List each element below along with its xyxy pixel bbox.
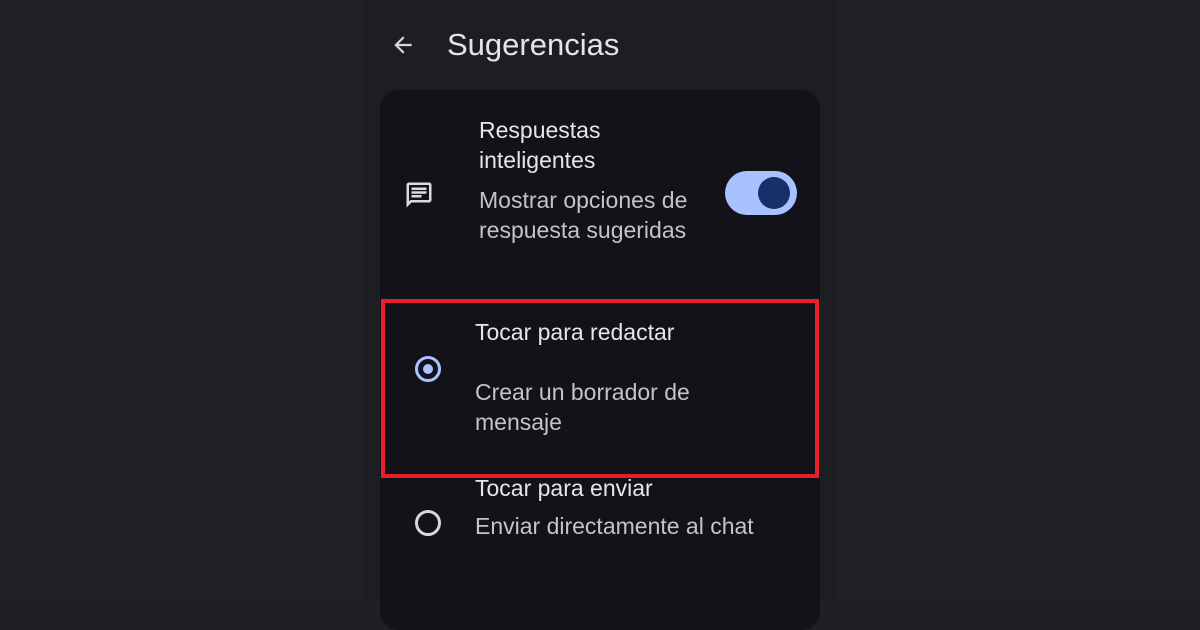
radio-selected-dot [423,364,433,374]
page-title: Sugerencias [447,27,620,62]
suggestions-card: Respuestas inteligentes Mostrar opciones… [380,90,820,630]
toggle-knob [758,177,790,209]
tap-to-compose-option[interactable]: Tocar para redactar Crear un borrador de… [380,299,820,479]
tap-to-compose-subtitle: Crear un borrador de mensaje [475,379,690,435]
smart-replies-setting[interactable]: Respuestas inteligentes Mostrar opciones… [380,90,820,290]
tap-to-send-subtitle: Enviar directamente al chat [475,513,754,539]
message-icon [406,182,432,208]
smart-replies-subtitle: Mostrar opciones de respuesta sugeridas [479,187,688,243]
smart-replies-toggle[interactable] [725,171,797,215]
tap-to-send-radio[interactable] [415,510,441,536]
tap-to-send-option[interactable]: Tocar para enviar Enviar directamente al… [380,475,820,630]
smart-replies-title: Respuestas inteligentes [479,117,601,173]
tap-to-compose-radio[interactable] [415,356,441,382]
left-background [0,0,362,600]
back-button[interactable] [386,28,420,62]
right-background [838,0,1200,600]
arrow-back-icon [394,36,412,54]
tap-to-compose-title: Tocar para redactar [475,319,675,345]
tap-to-send-title: Tocar para enviar [475,475,653,501]
